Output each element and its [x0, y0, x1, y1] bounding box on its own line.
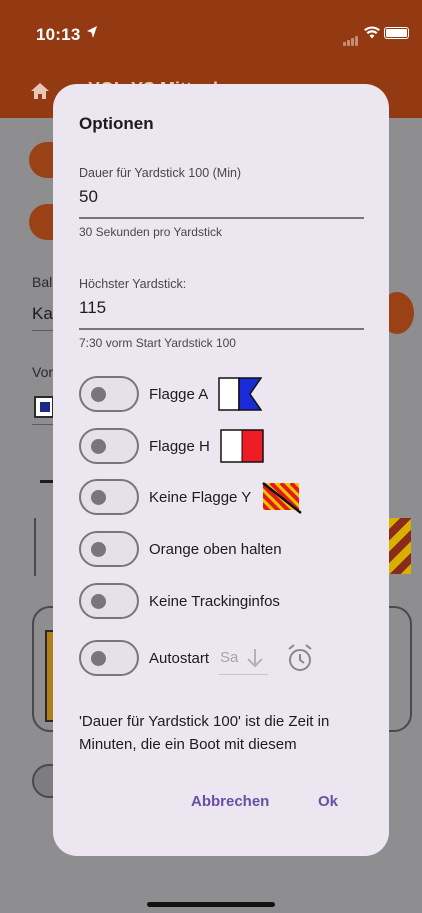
bg-value-1: Ka — [32, 304, 53, 323]
duration-helper: 30 Sekunden pro Yardstick — [79, 224, 222, 239]
toggle-row-flag-h[interactable]: Flagge H — [79, 426, 264, 466]
bg-dash — [40, 480, 54, 483]
bg-flag-icon — [34, 396, 54, 418]
max-yardstick-field[interactable]: Höchster Yardstick: 115 7:30 vorm Start … — [79, 277, 364, 350]
orange-top-label: Orange oben halten — [149, 540, 282, 558]
autostart-dropdown-underline — [219, 673, 269, 675]
battery-icon — [384, 27, 409, 39]
no-flag-y-label: Keine Flagge Y — [149, 488, 252, 506]
flag-h-label: Flagge H — [149, 437, 210, 455]
toggle-row-flag-a[interactable]: Flagge A — [79, 374, 263, 414]
flag-a-switch[interactable] — [79, 376, 139, 412]
no-flag-y-switch[interactable] — [79, 479, 139, 515]
max-yardstick-underline — [79, 328, 364, 330]
bg-pill-2 — [29, 204, 53, 240]
switch-knob — [91, 651, 106, 666]
switch-knob — [91, 542, 106, 557]
bg-label-2: Vor — [32, 364, 54, 380]
toggle-row-orange-top[interactable]: Orange oben halten — [79, 529, 282, 569]
toggle-row-autostart[interactable]: Autostart Sa — [79, 638, 314, 678]
flag-y-crossed-icon — [262, 482, 303, 514]
flag-a-icon — [218, 377, 263, 411]
options-dialog: Optionen Dauer für Yardstick 100 (Min) 5… — [53, 84, 389, 856]
flag-h-switch[interactable] — [79, 428, 139, 464]
cancel-button[interactable]: Abbrechen — [191, 793, 269, 810]
duration-underline — [79, 217, 364, 219]
max-yardstick-label: Höchster Yardstick: — [79, 277, 187, 291]
description-text: 'Dauer für Yardstick 100' ist die Zeit i… — [79, 713, 330, 753]
max-yardstick-input[interactable]: 115 — [79, 298, 364, 320]
flag-h-icon — [220, 429, 264, 463]
autostart-dropdown-value: Sa — [220, 649, 239, 666]
autostart-label: Autostart — [149, 649, 210, 667]
ok-button[interactable]: Ok — [318, 793, 338, 810]
home-indicator[interactable] — [147, 902, 275, 907]
home-icon[interactable] — [30, 82, 50, 100]
location-arrow-icon — [87, 26, 97, 38]
bg-rule-2 — [32, 424, 54, 425]
bg-vline — [34, 518, 36, 576]
switch-knob — [91, 490, 106, 505]
autostart-dropdown[interactable]: Sa — [219, 641, 269, 675]
orange-top-switch[interactable] — [79, 531, 139, 567]
toggle-row-no-flag-y[interactable]: Keine Flagge Y — [79, 477, 303, 517]
switch-knob — [91, 594, 106, 609]
signal-icon — [343, 28, 359, 46]
status-time: 10:13 — [36, 25, 81, 44]
no-tracking-switch[interactable] — [79, 583, 139, 619]
autostart-switch[interactable] — [79, 640, 139, 676]
duration-label: Dauer für Yardstick 100 (Min) — [79, 166, 242, 180]
toggle-row-no-tracking[interactable]: Keine Trackinginfos — [79, 581, 280, 621]
bg-label-1: Bal — [32, 274, 53, 290]
alarm-clock-icon[interactable] — [286, 643, 314, 673]
switch-knob — [91, 439, 106, 454]
dialog-title: Optionen — [79, 114, 154, 133]
bg-stripe-flag — [389, 518, 411, 574]
status-bar: 10:13 — [0, 0, 422, 64]
bg-pill-1 — [29, 142, 53, 178]
flag-a-label: Flagge A — [149, 385, 209, 403]
max-yardstick-helper: 7:30 vorm Start Yardstick 100 — [79, 335, 236, 350]
switch-knob — [91, 387, 106, 402]
arrow-down-icon — [247, 649, 263, 668]
duration-input[interactable]: 50 — [79, 187, 364, 209]
bg-rule-1 — [32, 330, 54, 331]
duration-field[interactable]: Dauer für Yardstick 100 (Min) 50 30 Seku… — [79, 166, 364, 239]
wifi-icon — [364, 26, 380, 39]
no-tracking-label: Keine Trackinginfos — [149, 592, 280, 610]
